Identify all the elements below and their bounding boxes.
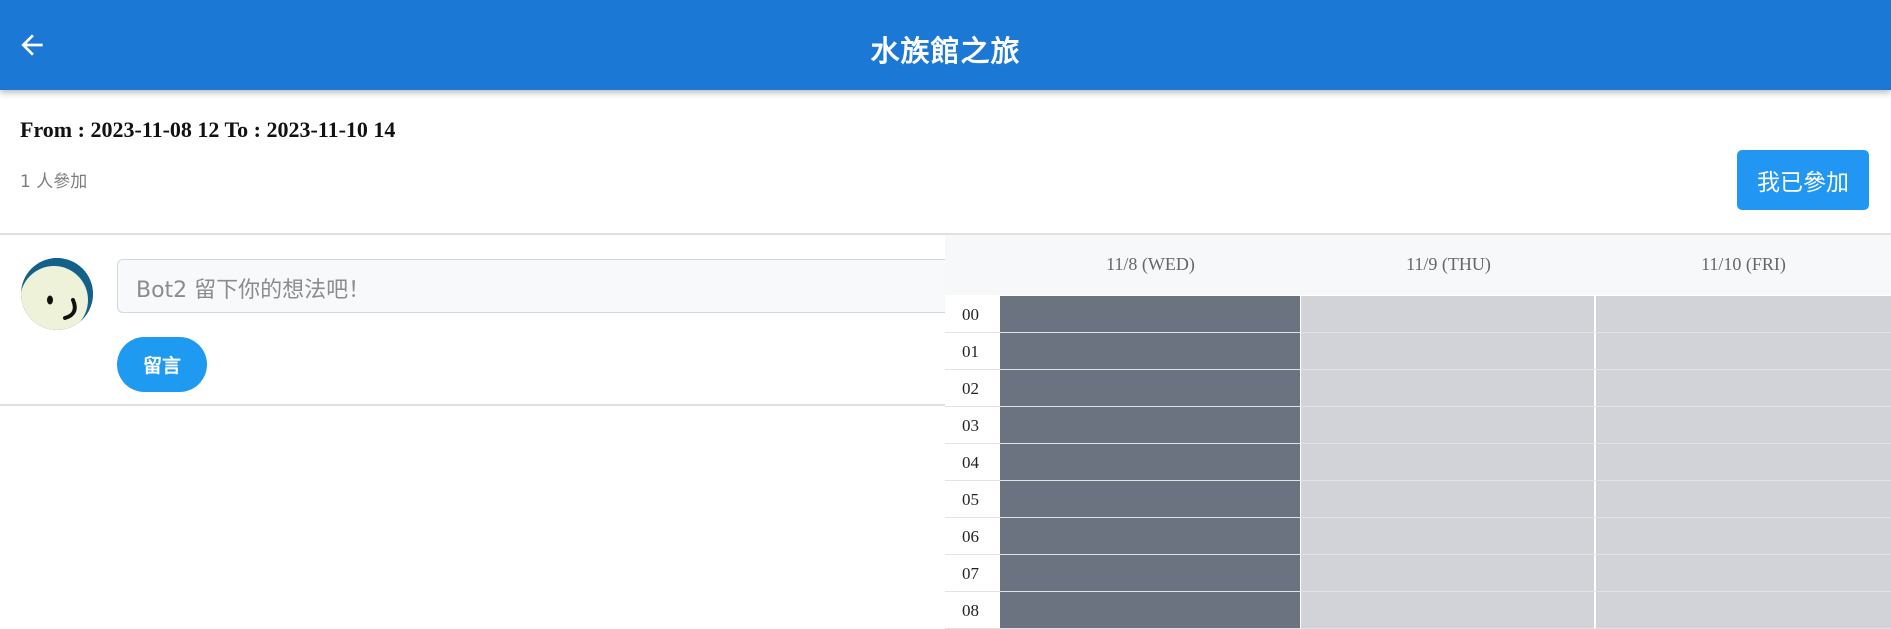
day-header-wed: 11/8 (WED) (1106, 254, 1195, 274)
time-slot-cell[interactable] (1596, 444, 1891, 480)
hour-label: 05 (962, 490, 979, 509)
comment-divider (0, 404, 945, 406)
hour-label: 06 (962, 527, 979, 546)
time-slot-cell[interactable] (1301, 370, 1594, 406)
app-bar: 水族館之旅 (0, 0, 1891, 90)
hour-label: 00 (962, 305, 979, 324)
time-slot-cell[interactable] (1301, 296, 1594, 332)
time-slot-cell[interactable] (1596, 333, 1891, 369)
time-slot-cell[interactable] (1301, 481, 1594, 517)
time-slot-cell[interactable] (1000, 592, 1300, 628)
time-slot-cell[interactable] (1596, 555, 1891, 591)
time-slot-cell[interactable] (1000, 333, 1300, 369)
time-slot-cell[interactable] (1000, 518, 1300, 554)
time-slot-cell[interactable] (1596, 407, 1891, 443)
time-slot-cell[interactable] (1301, 592, 1594, 628)
hour-label: 07 (962, 564, 979, 583)
time-slot-cell[interactable] (1000, 555, 1300, 591)
avatar (21, 258, 93, 330)
time-slot-cell[interactable] (1000, 444, 1300, 480)
availability-grid: 11/8 (WED) 11/9 (THU) 11/10 (FRI) 00 01 02… (945, 235, 1891, 629)
post-comment-button[interactable]: 留言 (117, 337, 207, 392)
time-slot-cell[interactable] (1596, 518, 1891, 554)
time-slot-cell[interactable] (1000, 407, 1300, 443)
smiley-avatar-icon (21, 258, 93, 330)
comment-input[interactable]: Bot2 留下你的想法吧！ (117, 259, 1038, 313)
time-slot-cell[interactable] (1301, 555, 1594, 591)
time-slot-cell[interactable] (1596, 296, 1891, 332)
hour-label: 04 (962, 453, 979, 472)
day-header-fri: 11/10 (FRI) (1701, 254, 1786, 274)
hour-label: 03 (962, 416, 979, 435)
page-title: 水族館之旅 (870, 34, 1021, 68)
day-header-thu: 11/9 (THU) (1406, 254, 1491, 274)
hour-label: 02 (962, 379, 979, 398)
date-range-text: From : 2023-11-08 12 To : 2023-11-10 14 (20, 117, 396, 142)
time-slot-cell[interactable] (1596, 592, 1891, 628)
hour-label: 01 (962, 342, 979, 361)
time-slot-cell[interactable] (1301, 407, 1594, 443)
time-slot-cell[interactable] (1000, 481, 1300, 517)
time-slot-cell[interactable] (1596, 481, 1891, 517)
time-slot-cell[interactable] (1301, 444, 1594, 480)
hour-label: 08 (962, 601, 979, 620)
joined-button[interactable]: 我已參加 (1737, 150, 1869, 210)
day-header-row: 11/8 (WED) 11/9 (THU) 11/10 (FRI) (945, 235, 1891, 295)
time-slot-cell[interactable] (1596, 370, 1891, 406)
time-slot-cell[interactable] (1000, 296, 1300, 332)
participant-count: 1 人參加 (20, 172, 88, 192)
time-slot-cell[interactable] (1000, 370, 1300, 406)
time-slot-cell[interactable] (1301, 518, 1594, 554)
time-slot-cell[interactable] (1301, 333, 1594, 369)
